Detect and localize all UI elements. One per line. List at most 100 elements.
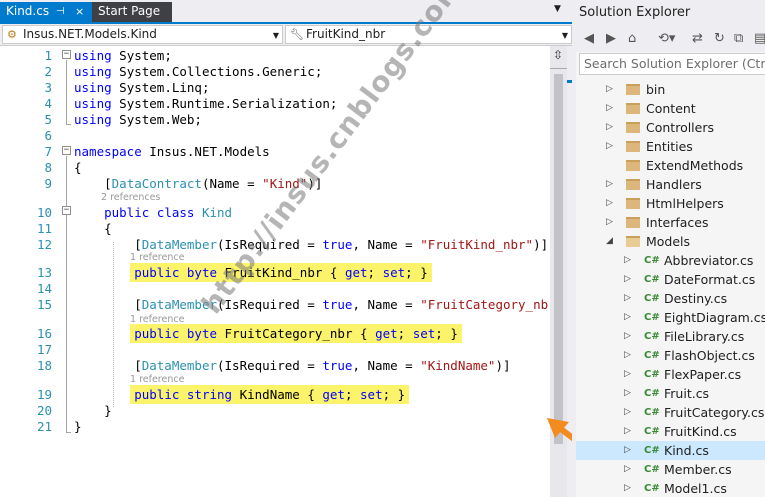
tree-item-label: EightDiagram.cs (664, 310, 765, 325)
tree-item-fruitkind-cs[interactable]: ▷ C# FruitKind.cs (576, 422, 765, 441)
tree-item-htmlhelpers[interactable]: ▷ HtmlHelpers (576, 194, 765, 213)
expander-icon[interactable]: ◢ (606, 232, 613, 251)
expander-icon[interactable]: ▷ (624, 270, 631, 289)
code-line[interactable]: } (74, 419, 82, 435)
class-selector-dropdown[interactable]: ⚙ Insus.NET.Models.Kind ▼ (2, 25, 283, 44)
tree-item-label: Handlers (646, 177, 702, 192)
csharp-file-icon: C# (644, 312, 660, 323)
expander-icon[interactable]: ▷ (606, 194, 613, 213)
tree-item-fruitcategory-cs[interactable]: ▷ C# FruitCategory.cs (576, 403, 765, 422)
line-number: 6 (44, 128, 52, 143)
scrollbar-thumb[interactable] (554, 74, 563, 444)
code-line[interactable]: { (74, 221, 112, 237)
solution-explorer-title: Solution Explorer (576, 0, 765, 26)
tree-item-models[interactable]: ◢ Models (576, 232, 765, 251)
history-icon[interactable]: ⟲▾ (658, 31, 675, 46)
tab-label: Kind.cs (6, 4, 50, 18)
codelens-class-references[interactable]: 2 references (101, 192, 160, 204)
tree-item-member-cs[interactable]: ▷ C# Member.cs (576, 460, 765, 479)
expander-icon[interactable]: ▷ (606, 213, 613, 232)
expander-icon[interactable]: ▷ (606, 175, 613, 194)
csharp-file-icon: C# (644, 445, 660, 456)
code-line[interactable]: public class Kind (74, 205, 232, 221)
csharp-file-icon: C# (644, 483, 660, 494)
expander-icon[interactable]: ▷ (606, 80, 613, 99)
tree-item-flexpaper-cs[interactable]: ▷ C# FlexPaper.cs (576, 365, 765, 384)
tree-item-dateformat-cs[interactable]: ▷ C# DateFormat.cs (576, 270, 765, 289)
code-line[interactable]: public byte FruitCategory_nbr { get; set… (74, 324, 462, 343)
codelens-kindname-references[interactable]: 1 reference (130, 374, 184, 386)
tree-item-content[interactable]: ▷ Content (576, 99, 765, 118)
tree-item-flashobject-cs[interactable]: ▷ C# FlashObject.cs (576, 346, 765, 365)
tab-start-page[interactable]: Start Page (92, 2, 172, 22)
expander-icon[interactable]: ▷ (624, 346, 631, 365)
collapse-class-icon[interactable]: − (62, 206, 71, 215)
tree-item-kind-cs[interactable]: ▷ C# Kind.cs (576, 441, 765, 460)
expander-icon[interactable]: ▷ (624, 479, 631, 497)
code-line[interactable]: [DataMember(IsRequired = true, Name = "K… (74, 358, 510, 374)
code-line[interactable]: { (74, 160, 82, 176)
codelens-fruitcategory-references[interactable]: 1 reference (130, 314, 184, 326)
sync-icon[interactable]: ⇄ (692, 31, 703, 46)
tree-item-eightdiagram-cs[interactable]: ▷ C# EightDiagram.cs (576, 308, 765, 327)
code-line[interactable]: [DataMember(IsRequired = true, Name = "F… (74, 237, 548, 253)
expander-icon[interactable]: ▷ (606, 137, 613, 156)
back-icon[interactable]: ◀ (584, 31, 594, 46)
tree-item-model1-cs[interactable]: ▷ C# Model1.cs (576, 479, 765, 497)
expander-icon[interactable]: ▷ (624, 251, 631, 270)
code-line[interactable]: namespace Insus.NET.Models (74, 144, 270, 160)
collapse-namespace-icon[interactable]: − (62, 146, 71, 155)
chevron-down-icon: ▼ (561, 31, 568, 40)
code-line[interactable]: public string KindName { get; set; } (74, 385, 410, 404)
expander-icon[interactable]: ▷ (606, 118, 613, 137)
tree-item-fruit-cs[interactable]: ▷ C# Fruit.cs (576, 384, 765, 403)
code-line[interactable]: using System.Collections.Generic; (74, 64, 322, 80)
expander-icon[interactable]: ▷ (624, 460, 631, 479)
expander-icon[interactable]: ▷ (624, 365, 631, 384)
expander-icon[interactable]: ▷ (624, 308, 631, 327)
expander-icon[interactable]: ▷ (624, 441, 631, 460)
code-line[interactable]: } (74, 403, 112, 419)
line-number: 2 (44, 64, 52, 79)
solution-search-input[interactable]: Search Solution Explorer (Ctrl+;) (579, 53, 765, 75)
expander-icon[interactable]: ▷ (624, 403, 631, 422)
tab-kind-cs[interactable]: Kind.cs ⊣ × (0, 2, 92, 22)
refresh-icon[interactable]: ↻ (714, 31, 725, 46)
folder-icon (626, 179, 640, 190)
code-line[interactable]: using System; (74, 48, 172, 64)
tree-item-label: Abbreviator.cs (664, 253, 754, 268)
tree-item-handlers[interactable]: ▷ Handlers (576, 175, 765, 194)
solution-explorer-toolbar: ◀ ▶ ⌂ ⟲▾ ⇄ ↻ ⧉ ▤ (576, 26, 765, 52)
expander-icon[interactable]: ▷ (624, 289, 631, 308)
code-line[interactable]: using System.Web; (74, 112, 202, 128)
tree-item-interfaces[interactable]: ▷ Interfaces (576, 213, 765, 232)
expander-icon[interactable]: ▷ (624, 327, 631, 346)
home-icon[interactable]: ⌂ (628, 31, 636, 46)
tree-item-filelibrary-cs[interactable]: ▷ C# FileLibrary.cs (576, 327, 765, 346)
properties-icon[interactable]: ▤ (754, 31, 765, 46)
code-line[interactable]: using System.Runtime.Serialization; (74, 96, 337, 112)
expander-icon[interactable]: ▷ (606, 99, 613, 118)
expander-icon[interactable]: ▷ (624, 384, 631, 403)
tree-item-extendmethods[interactable]: ExtendMethods (576, 156, 765, 175)
expander-icon[interactable]: ▷ (624, 422, 631, 441)
forward-icon[interactable]: ▶ (606, 31, 616, 46)
split-handle-icon[interactable]: ⇳ (553, 48, 563, 62)
tree-item-abbreviator-cs[interactable]: ▷ C# Abbreviator.cs (576, 251, 765, 270)
code-line[interactable]: [DataMember(IsRequired = true, Name = "F… (74, 297, 550, 313)
outline-line (66, 60, 67, 124)
line-number: 21 (36, 419, 52, 434)
collapse-all-icon[interactable]: ⧉ (734, 31, 743, 46)
close-icon[interactable]: × (75, 2, 84, 21)
tree-item-destiny-cs[interactable]: ▷ C# Destiny.cs (576, 289, 765, 308)
chevron-down-icon[interactable]: ▼ (554, 4, 561, 14)
collapse-using-icon[interactable]: − (62, 50, 71, 59)
codelens-fruitkind-references[interactable]: 1 reference (130, 252, 184, 264)
code-editor[interactable]: 1 2 3 4 5 6 7 8 9 10 11 12 13 14 15 16 17 18 19 20 21 using … (0, 46, 550, 497)
tree-item-entities[interactable]: ▷ Entities (576, 137, 765, 156)
tree-item-label: ExtendMethods (646, 158, 744, 173)
code-line[interactable]: using System.Linq; (74, 80, 209, 96)
pin-icon[interactable]: ⊣ (56, 2, 65, 21)
tree-item-bin[interactable]: ▷ bin (576, 80, 765, 99)
tree-item-controllers[interactable]: ▷ Controllers (576, 118, 765, 137)
